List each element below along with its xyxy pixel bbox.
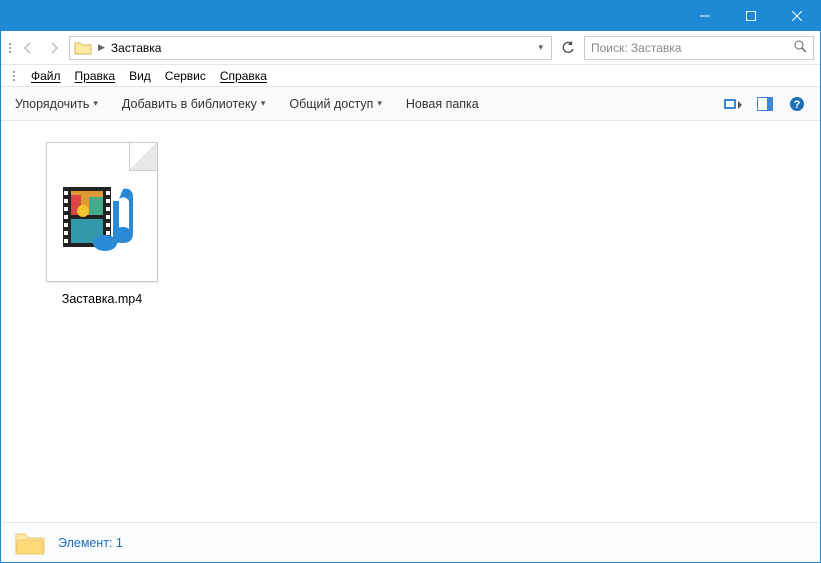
command-toolbar: Упорядочить▾ Добавить в библиотеку▾ Общи… bbox=[1, 87, 820, 121]
breadcrumb-folder[interactable]: Заставка bbox=[111, 41, 162, 55]
menu-bar: Файл Правка Вид Сервис Справка bbox=[1, 65, 820, 87]
menu-tools[interactable]: Сервис bbox=[165, 69, 206, 83]
folder-icon bbox=[14, 530, 46, 556]
search-placeholder: Поиск: Заставка bbox=[591, 41, 681, 55]
menu-view[interactable]: Вид bbox=[129, 69, 151, 83]
search-input[interactable]: Поиск: Заставка bbox=[584, 36, 814, 60]
chevron-down-icon: ▾ bbox=[377, 98, 382, 109]
close-button[interactable] bbox=[774, 1, 820, 31]
search-icon bbox=[794, 40, 807, 56]
organize-button[interactable]: Упорядочить▾ bbox=[15, 97, 98, 111]
menu-file[interactable]: Файл bbox=[31, 69, 61, 83]
refresh-button[interactable] bbox=[556, 36, 580, 60]
minimize-button[interactable] bbox=[682, 1, 728, 31]
file-list[interactable]: Заставка.mp4 bbox=[2, 122, 819, 522]
address-bar[interactable]: ▶ Заставка ▾ bbox=[69, 36, 552, 60]
share-button[interactable]: Общий доступ▾ bbox=[289, 97, 382, 111]
help-button[interactable]: ? bbox=[788, 95, 806, 113]
chevron-down-icon: ▾ bbox=[93, 98, 98, 109]
chevron-down-icon: ▾ bbox=[261, 98, 266, 109]
file-name: Заставка.mp4 bbox=[32, 292, 172, 306]
new-folder-button[interactable]: Новая папка bbox=[406, 97, 479, 111]
breadcrumb-chevron-icon: ▶ bbox=[98, 42, 105, 53]
back-button[interactable] bbox=[17, 37, 39, 59]
add-to-library-button[interactable]: Добавить в библиотеку▾ bbox=[122, 97, 265, 111]
address-dropdown-icon[interactable]: ▾ bbox=[534, 42, 547, 53]
grip-icon bbox=[7, 43, 13, 53]
preview-pane-button[interactable] bbox=[756, 95, 774, 113]
grip-icon bbox=[11, 71, 17, 81]
folder-icon bbox=[74, 41, 92, 55]
nav-row: ▶ Заставка ▾ Поиск: Заставка bbox=[1, 31, 820, 65]
media-file-icon bbox=[61, 181, 145, 253]
svg-text:?: ? bbox=[794, 99, 801, 111]
menu-help[interactable]: Справка bbox=[220, 69, 267, 83]
status-bar: Элемент: 1 bbox=[2, 522, 819, 562]
file-item[interactable]: Заставка.mp4 bbox=[32, 142, 172, 306]
view-options-button[interactable] bbox=[724, 95, 742, 113]
menu-edit[interactable]: Правка bbox=[75, 69, 116, 83]
file-thumbnail bbox=[46, 142, 158, 282]
forward-button[interactable] bbox=[43, 37, 65, 59]
maximize-button[interactable] bbox=[728, 1, 774, 31]
window-titlebar bbox=[1, 1, 820, 31]
status-text: Элемент: 1 bbox=[58, 536, 123, 550]
